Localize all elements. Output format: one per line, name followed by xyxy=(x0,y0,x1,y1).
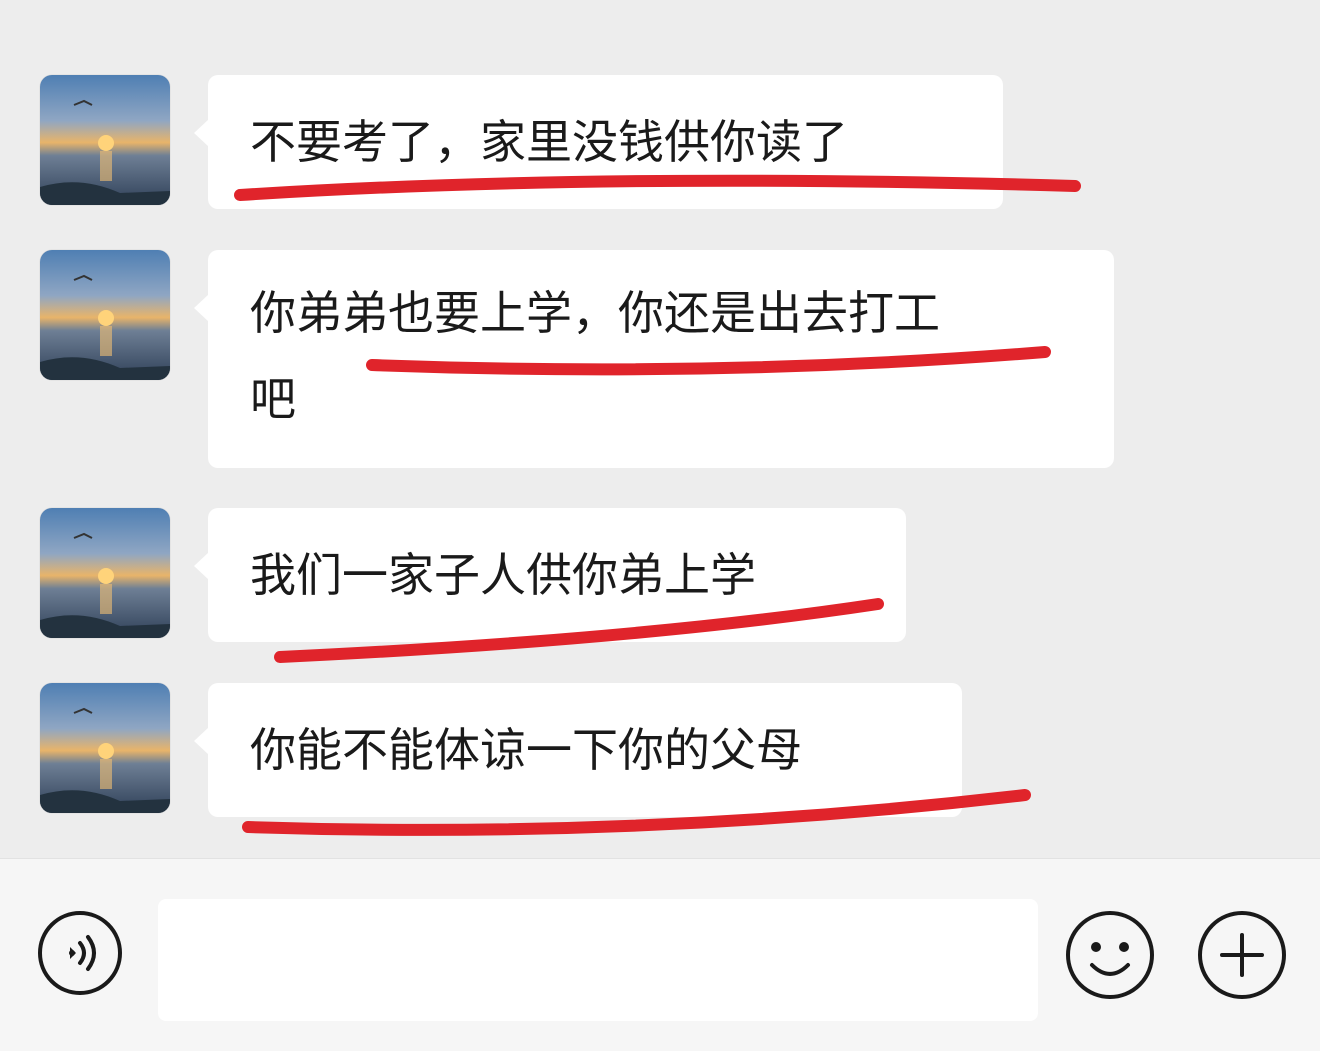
message-text: 我们一家子人供你弟上学 xyxy=(250,548,756,602)
message-bubble[interactable]: 我们一家子人供你弟上学 xyxy=(194,508,906,642)
voice-icon[interactable] xyxy=(36,909,124,997)
emoji-icon[interactable] xyxy=(1064,909,1156,1001)
message-bubble[interactable]: 你弟弟也要上学，你还是出去打工 吧 xyxy=(194,250,1114,468)
plus-icon[interactable] xyxy=(1196,909,1288,1001)
avatar[interactable] xyxy=(40,250,170,380)
message-input[interactable] xyxy=(158,899,1038,1021)
sunset-sea-photo-icon xyxy=(40,508,170,638)
avatar[interactable] xyxy=(40,683,170,813)
message-bubble[interactable]: 不要考了，家里没钱供你读了 xyxy=(194,75,1003,209)
sunset-sea-photo-icon xyxy=(40,250,170,380)
sunset-sea-photo-icon xyxy=(40,75,170,205)
message-text-line: 吧 xyxy=(250,372,296,426)
message-bubble[interactable]: 你能不能体谅一下你的父母 xyxy=(194,683,962,817)
avatar[interactable] xyxy=(40,75,170,205)
sunset-sea-photo-icon xyxy=(40,683,170,813)
input-bar xyxy=(0,858,1320,1051)
message-text-line: 你弟弟也要上学，你还是出去打工 xyxy=(250,286,940,340)
avatar[interactable] xyxy=(40,508,170,638)
chat-area: 不要考了，家里没钱供你读了 你弟弟也要上学，你还是出去打工 吧 我们一家子人供你… xyxy=(0,0,1320,858)
message-text: 不要考了，家里没钱供你读了 xyxy=(250,115,848,169)
message-text: 你能不能体谅一下你的父母 xyxy=(250,723,802,777)
